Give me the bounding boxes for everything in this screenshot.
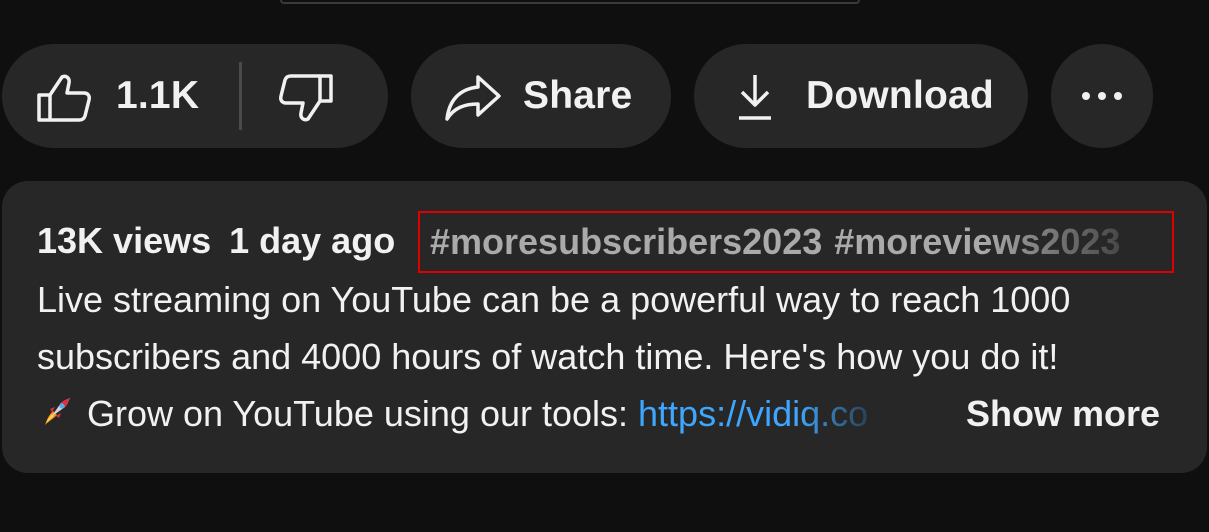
like-count: 1.1K xyxy=(116,74,200,117)
description-link[interactable]: https://vidiq.co xyxy=(638,393,868,434)
description-promo-text: Grow on YouTube using our tools: xyxy=(87,393,639,434)
like-dislike-segmented-button: 1.1K xyxy=(2,44,388,148)
download-button[interactable]: Download xyxy=(694,44,1028,148)
thumbs-up-icon xyxy=(37,74,91,122)
hashtag-link[interactable]: #moreviews2023 xyxy=(834,221,1120,262)
download-label: Download xyxy=(806,74,994,117)
player-bottom-edge xyxy=(280,0,860,4)
description-card[interactable]: 13K views 1 day ago #moresubscribers2023 #… xyxy=(2,181,1207,473)
rocket-icon xyxy=(45,398,70,425)
video-meta: 13K views 1 day ago xyxy=(37,220,395,266)
dislike-button[interactable] xyxy=(242,44,388,148)
share-label: Share xyxy=(523,74,633,117)
hashtag-link[interactable]: #moresubscribers2023 xyxy=(430,221,822,262)
description-line: subscribers and 4000 hours of watch time… xyxy=(37,336,1059,377)
show-more-button[interactable]: Show more xyxy=(966,393,1160,435)
description-line: Live streaming on YouTube can be a power… xyxy=(37,279,1071,320)
more-actions-button[interactable] xyxy=(1051,44,1153,148)
thumbs-down-icon xyxy=(279,74,333,122)
hashtag-list: #moresubscribers2023 #moreviews2023 xyxy=(430,221,1120,263)
share-button[interactable]: Share xyxy=(411,44,671,148)
upload-age: 1 day ago xyxy=(229,220,396,261)
hashtags-highlight: #moresubscribers2023 #moreviews2023 xyxy=(418,211,1174,273)
view-count: 13K views xyxy=(37,220,212,261)
share-arrow-icon xyxy=(445,75,501,121)
more-horizontal-icon xyxy=(1082,92,1122,100)
like-button[interactable]: 1.1K xyxy=(2,44,240,148)
download-icon xyxy=(739,75,771,120)
